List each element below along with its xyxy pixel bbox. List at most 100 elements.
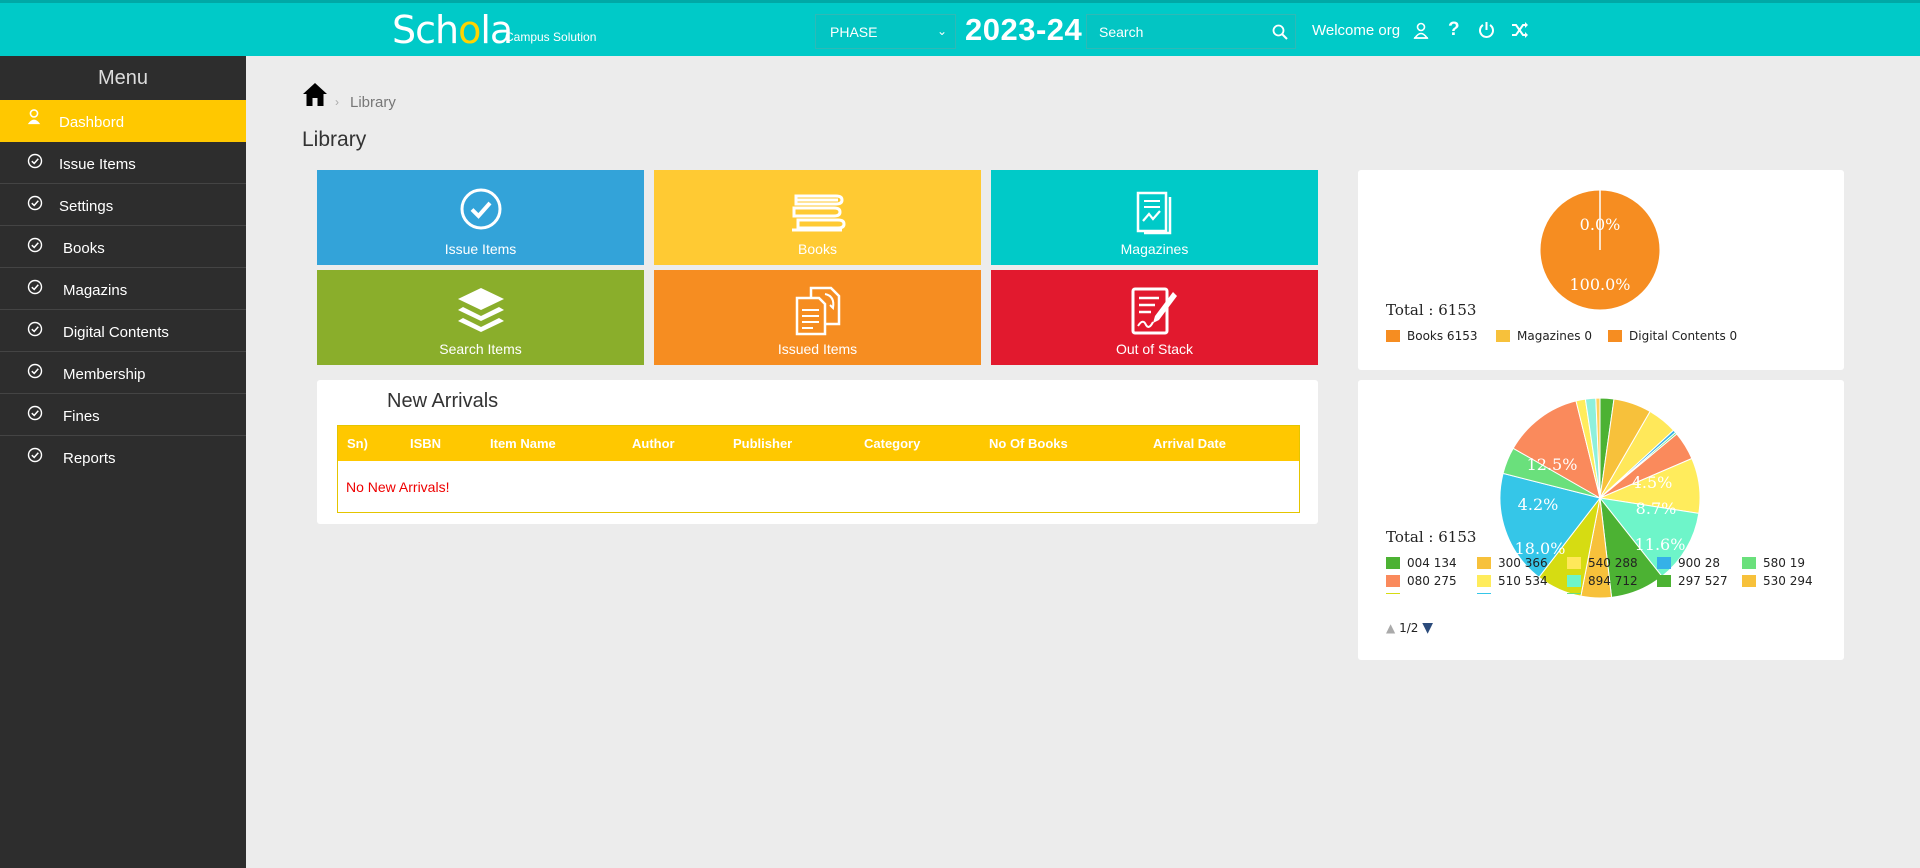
legend-label: 510 534 bbox=[1498, 574, 1548, 588]
column-header[interactable]: Item Name bbox=[490, 436, 556, 451]
sidebar-item-dashboard[interactable]: Dashbord bbox=[0, 100, 246, 142]
sidebar-item-fines[interactable]: Fines bbox=[0, 394, 246, 436]
check-circle-icon bbox=[27, 153, 43, 169]
books-stack-icon bbox=[791, 194, 846, 232]
chart-panel-2: 12.5% 4.2% 18.0% 8.7% 11.6% 4.5% Total : 6153… bbox=[1358, 380, 1844, 660]
sidebar-item-magazins[interactable]: Magazins bbox=[0, 268, 246, 310]
slice-label: 4.5% bbox=[1632, 473, 1673, 492]
tile-issued-items[interactable]: Issued Items bbox=[654, 270, 981, 365]
signed-document-icon bbox=[1131, 287, 1177, 335]
sidebar-item-label: Dashbord bbox=[59, 114, 125, 131]
legend-item[interactable]: 540 288 bbox=[1567, 556, 1638, 570]
help-icon[interactable]: ? bbox=[1448, 19, 1460, 41]
sidebar-item-label: Membership bbox=[63, 366, 146, 383]
legend-label: 540 288 bbox=[1588, 556, 1638, 570]
legend-item[interactable]: 530 294 bbox=[1742, 574, 1813, 588]
check-circle-icon bbox=[460, 188, 501, 230]
sidebar-item-label: Magazins bbox=[63, 282, 128, 299]
sidebar-item-label: Reports bbox=[63, 450, 116, 467]
user-icon bbox=[27, 109, 41, 125]
legend-item[interactable]: 894 712 bbox=[1567, 574, 1638, 588]
tile-books[interactable]: Books bbox=[654, 170, 981, 265]
column-header[interactable]: Sn) bbox=[347, 436, 368, 451]
legend-item[interactable]: Magazines 0 bbox=[1496, 329, 1592, 343]
legend-swatch bbox=[1386, 557, 1400, 569]
column-header[interactable]: ISBN bbox=[410, 436, 441, 451]
sidebar-item-label: Issue Items bbox=[59, 156, 136, 173]
legend-label: 823 1108 bbox=[1498, 592, 1555, 594]
top-bar: Schola Campus Solution PHASE ⌄ 2023-24 S… bbox=[0, 0, 1920, 56]
column-header[interactable]: Publisher bbox=[733, 436, 792, 451]
legend-swatch bbox=[1742, 575, 1756, 587]
legend-item[interactable]: 297 527 bbox=[1657, 574, 1728, 588]
legend-item[interactable]: 300 366 bbox=[1477, 556, 1548, 570]
tile-magazines[interactable]: Magazines bbox=[991, 170, 1318, 265]
legend-label: 580 19 bbox=[1763, 556, 1805, 570]
legend-item[interactable]: 510 534 bbox=[1477, 574, 1548, 588]
shuffle-icon[interactable] bbox=[1511, 22, 1529, 38]
phase-select[interactable]: PHASE ⌄ bbox=[815, 14, 956, 49]
legend-label: Books 6153 bbox=[1407, 329, 1478, 343]
issued-docs-icon bbox=[795, 286, 840, 336]
menu-title: Menu bbox=[97, 67, 149, 89]
legend-item[interactable]: Books 6153 bbox=[1386, 329, 1477, 343]
sidebar-item-label: Books bbox=[63, 240, 105, 257]
legend-swatch bbox=[1477, 575, 1491, 587]
legend-pager: ▲ 1/2 ▼ bbox=[1386, 620, 1433, 636]
slice-label: 11.6% bbox=[1635, 535, 1686, 554]
check-circle-icon bbox=[27, 363, 43, 379]
legend-swatch bbox=[1477, 557, 1491, 569]
breadcrumb-current: Library bbox=[350, 94, 396, 111]
column-header[interactable]: Author bbox=[632, 436, 675, 451]
pager-down-icon[interactable]: ▼ bbox=[1422, 620, 1433, 636]
legend-label: 300 366 bbox=[1498, 556, 1548, 570]
sidebar-item-books[interactable]: Books bbox=[0, 226, 246, 268]
home-icon[interactable] bbox=[302, 82, 328, 107]
search-input[interactable]: Search bbox=[1086, 14, 1296, 49]
legend-item[interactable]: 823 1108 bbox=[1477, 592, 1555, 594]
legend-swatch bbox=[1657, 557, 1671, 569]
legend-item[interactable]: Digital Contents 0 bbox=[1608, 329, 1737, 343]
chart-legend: 004 134 300 366 540 288 900 28 580 19 080 275… bbox=[1386, 556, 1826, 594]
legend-swatch bbox=[1567, 557, 1581, 569]
legend-item[interactable]: 004 134 bbox=[1386, 556, 1457, 570]
legend-swatch bbox=[1567, 593, 1581, 594]
column-header[interactable]: Category bbox=[864, 436, 920, 451]
slice-label: 0.0% bbox=[1580, 215, 1621, 234]
legend-swatch bbox=[1386, 330, 1400, 342]
legend-item[interactable]: 570 259 bbox=[1567, 592, 1638, 594]
pager-up-icon[interactable]: ▲ bbox=[1386, 621, 1395, 635]
sidebar-item-digital-contents[interactable]: Digital Contents bbox=[0, 310, 246, 352]
legend-label: Digital Contents 0 bbox=[1629, 329, 1738, 343]
new-arrivals-table: Sn) ISBN Item Name Author Publisher Cate… bbox=[337, 425, 1300, 513]
slice-label: 8.7% bbox=[1636, 499, 1677, 518]
sidebar-item-label: Settings bbox=[59, 198, 114, 215]
welcome-text: Welcome org bbox=[1312, 22, 1401, 39]
sidebar-item-issue-items[interactable]: Issue Items bbox=[0, 142, 246, 184]
search-icon[interactable] bbox=[1271, 23, 1289, 41]
user-icon[interactable] bbox=[1413, 22, 1429, 39]
check-circle-icon bbox=[27, 195, 43, 211]
column-header[interactable]: No Of Books bbox=[989, 436, 1068, 451]
tile-search-items[interactable]: Search Items bbox=[317, 270, 644, 365]
slice-label: 100.0% bbox=[1569, 275, 1630, 294]
legend-item[interactable]: 080 275 bbox=[1386, 574, 1457, 588]
chart-panel-1: 0.0% 100.0% Total : 6153 Books 6153 Magaz… bbox=[1358, 170, 1844, 370]
legend-swatch bbox=[1386, 575, 1400, 587]
sidebar-item-settings[interactable]: Settings bbox=[0, 184, 246, 226]
legend-label: 080 275 bbox=[1407, 574, 1457, 588]
slice-label: 12.5% bbox=[1527, 455, 1578, 474]
legend-swatch bbox=[1657, 575, 1671, 587]
sidebar-item-membership[interactable]: Membership bbox=[0, 352, 246, 394]
app-logo[interactable]: Schola bbox=[392, 8, 513, 52]
legend-item[interactable]: 580 19 bbox=[1742, 556, 1805, 570]
check-circle-icon bbox=[27, 405, 43, 421]
sidebar-item-reports[interactable]: Reports bbox=[0, 436, 246, 478]
column-header[interactable]: Arrival Date bbox=[1153, 436, 1226, 451]
power-icon[interactable] bbox=[1478, 21, 1495, 39]
logo-subtitle: Campus Solution bbox=[505, 30, 597, 44]
legend-item[interactable]: 500 442 bbox=[1386, 592, 1457, 594]
legend-item[interactable]: 900 28 bbox=[1657, 556, 1720, 570]
tile-issue-items[interactable]: Issue Items bbox=[317, 170, 644, 265]
tile-out-of-stack[interactable]: Out of Stack bbox=[991, 270, 1318, 365]
